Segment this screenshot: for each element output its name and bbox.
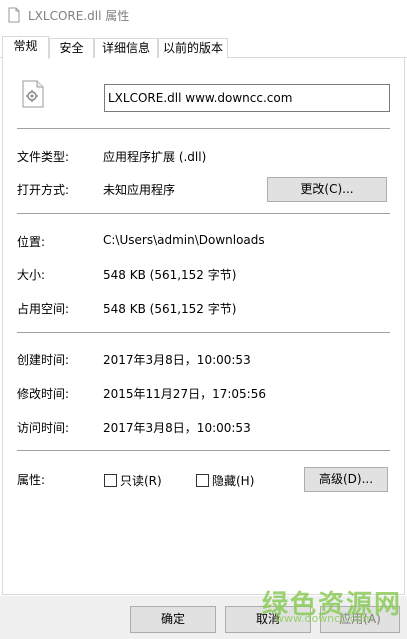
tab-security[interactable]: 安全 bbox=[49, 38, 94, 58]
advanced-button[interactable]: 高级(D)... bbox=[304, 467, 388, 492]
open-with-value: 未知应用程序 bbox=[103, 183, 176, 197]
attributes-label: 属性: bbox=[17, 473, 46, 487]
change-button[interactable]: 更改(C)... bbox=[267, 177, 387, 202]
modified-label: 修改时间: bbox=[17, 387, 70, 401]
location-label: 位置: bbox=[17, 235, 46, 249]
created-value: 2017年3月8日，10:00:53 bbox=[103, 353, 251, 367]
separator bbox=[17, 450, 390, 451]
open-with-label: 打开方式: bbox=[17, 183, 70, 197]
size-label: 大小: bbox=[17, 268, 46, 282]
file-icon bbox=[6, 7, 22, 23]
hidden-label[interactable]: 隐藏(H) bbox=[212, 472, 254, 489]
tab-details[interactable]: 详细信息 bbox=[94, 38, 158, 58]
dll-file-icon bbox=[21, 80, 45, 108]
location-value: C:\Users\admin\Downloads bbox=[103, 233, 265, 247]
readonly-label[interactable]: 只读(R) bbox=[120, 472, 162, 489]
separator bbox=[17, 332, 390, 333]
hidden-checkbox[interactable] bbox=[196, 474, 209, 487]
title-bar: LXLCORE.dll 属性 bbox=[0, 0, 407, 30]
window-title: LXLCORE.dll 属性 bbox=[28, 8, 130, 23]
created-label: 创建时间: bbox=[17, 353, 70, 367]
size-on-disk-label: 占用空间: bbox=[17, 302, 70, 316]
file-type-value: 应用程序扩展 (.dll) bbox=[103, 150, 207, 164]
size-on-disk-value: 548 KB (561,152 字节) bbox=[103, 302, 237, 316]
readonly-checkbox[interactable] bbox=[104, 474, 117, 487]
separator bbox=[17, 128, 390, 129]
ok-button[interactable]: 确定 bbox=[130, 606, 216, 633]
separator bbox=[17, 213, 390, 214]
size-value: 548 KB (561,152 字节) bbox=[103, 268, 237, 282]
general-panel: LXLCORE.dll www.downcc.com 文件类型: 应用程序扩展 … bbox=[2, 58, 405, 595]
accessed-label: 访问时间: bbox=[17, 421, 70, 435]
file-name-input[interactable]: LXLCORE.dll www.downcc.com bbox=[104, 84, 390, 112]
watermark-url: www.downcc.com bbox=[275, 612, 374, 625]
accessed-value: 2017年3月8日，10:00:53 bbox=[103, 421, 251, 435]
tab-strip: 常规 安全 详细信息 以前的版本 bbox=[0, 36, 407, 59]
tab-general[interactable]: 常规 bbox=[2, 36, 49, 59]
file-type-label: 文件类型: bbox=[17, 150, 70, 164]
modified-value: 2015年11月27日，17:05:56 bbox=[103, 387, 266, 401]
tab-previous-versions[interactable]: 以前的版本 bbox=[158, 38, 228, 58]
